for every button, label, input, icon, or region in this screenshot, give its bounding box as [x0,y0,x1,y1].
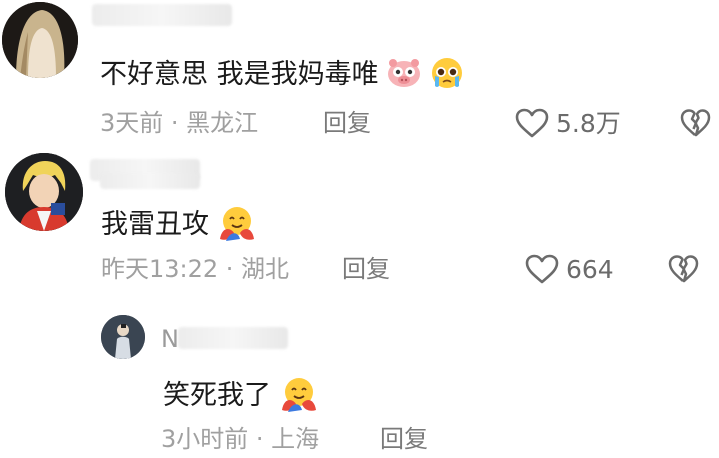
reply-button[interactable]: 回复 [342,257,390,281]
avatar-image [101,315,145,359]
avatar-image [5,153,83,231]
comment-text: 不好意思 我是我妈毒唯 [100,57,464,94]
avatar[interactable] [5,153,83,231]
avatar-image [2,2,78,78]
broken-heart-icon [668,255,699,283]
like-button[interactable]: 664 [524,253,614,285]
username-partial: N [161,325,179,353]
reply-button[interactable]: 回复 [380,427,428,451]
comment-text: 我雷丑攻 [101,205,256,246]
comment-meta: 3天前 · 黑龙江 [100,109,259,137]
dislike-button[interactable] [667,253,699,289]
heart-icon [525,254,559,284]
hugging-face-icon [218,205,256,246]
comment-meta: 3小时前 · 上海 [161,425,320,453]
comment-2: 我雷丑攻 昨天13:22 · 湖北 回复 664 [0,145,719,295]
dislike-button[interactable] [679,107,711,143]
pig-face-icon [387,58,421,93]
heart-icon [515,108,549,138]
comment-meta: 昨天13:22 · 湖北 [101,255,290,283]
comment-text: 笑死我了 [163,376,318,417]
reply-button[interactable]: 回复 [323,111,371,135]
username-blurred [178,327,288,349]
broken-heart-icon [680,109,711,137]
comment-1: 不好意思 我是我妈毒唯 3天前 · 黑龙江 回复 5.8万 [0,0,719,140]
username-blurred [92,4,232,26]
avatar[interactable] [2,2,78,78]
like-count: 664 [566,254,614,284]
like-button[interactable]: 5.8万 [514,107,621,139]
like-count: 5.8万 [556,108,621,138]
hugging-face-icon [280,376,318,417]
comment-3-reply: N 笑死我了 3小时前 · 上海 回复 [0,305,719,458]
avatar[interactable] [101,315,145,359]
username-blurred-2 [100,173,200,189]
pleading-face-icon [430,57,464,94]
